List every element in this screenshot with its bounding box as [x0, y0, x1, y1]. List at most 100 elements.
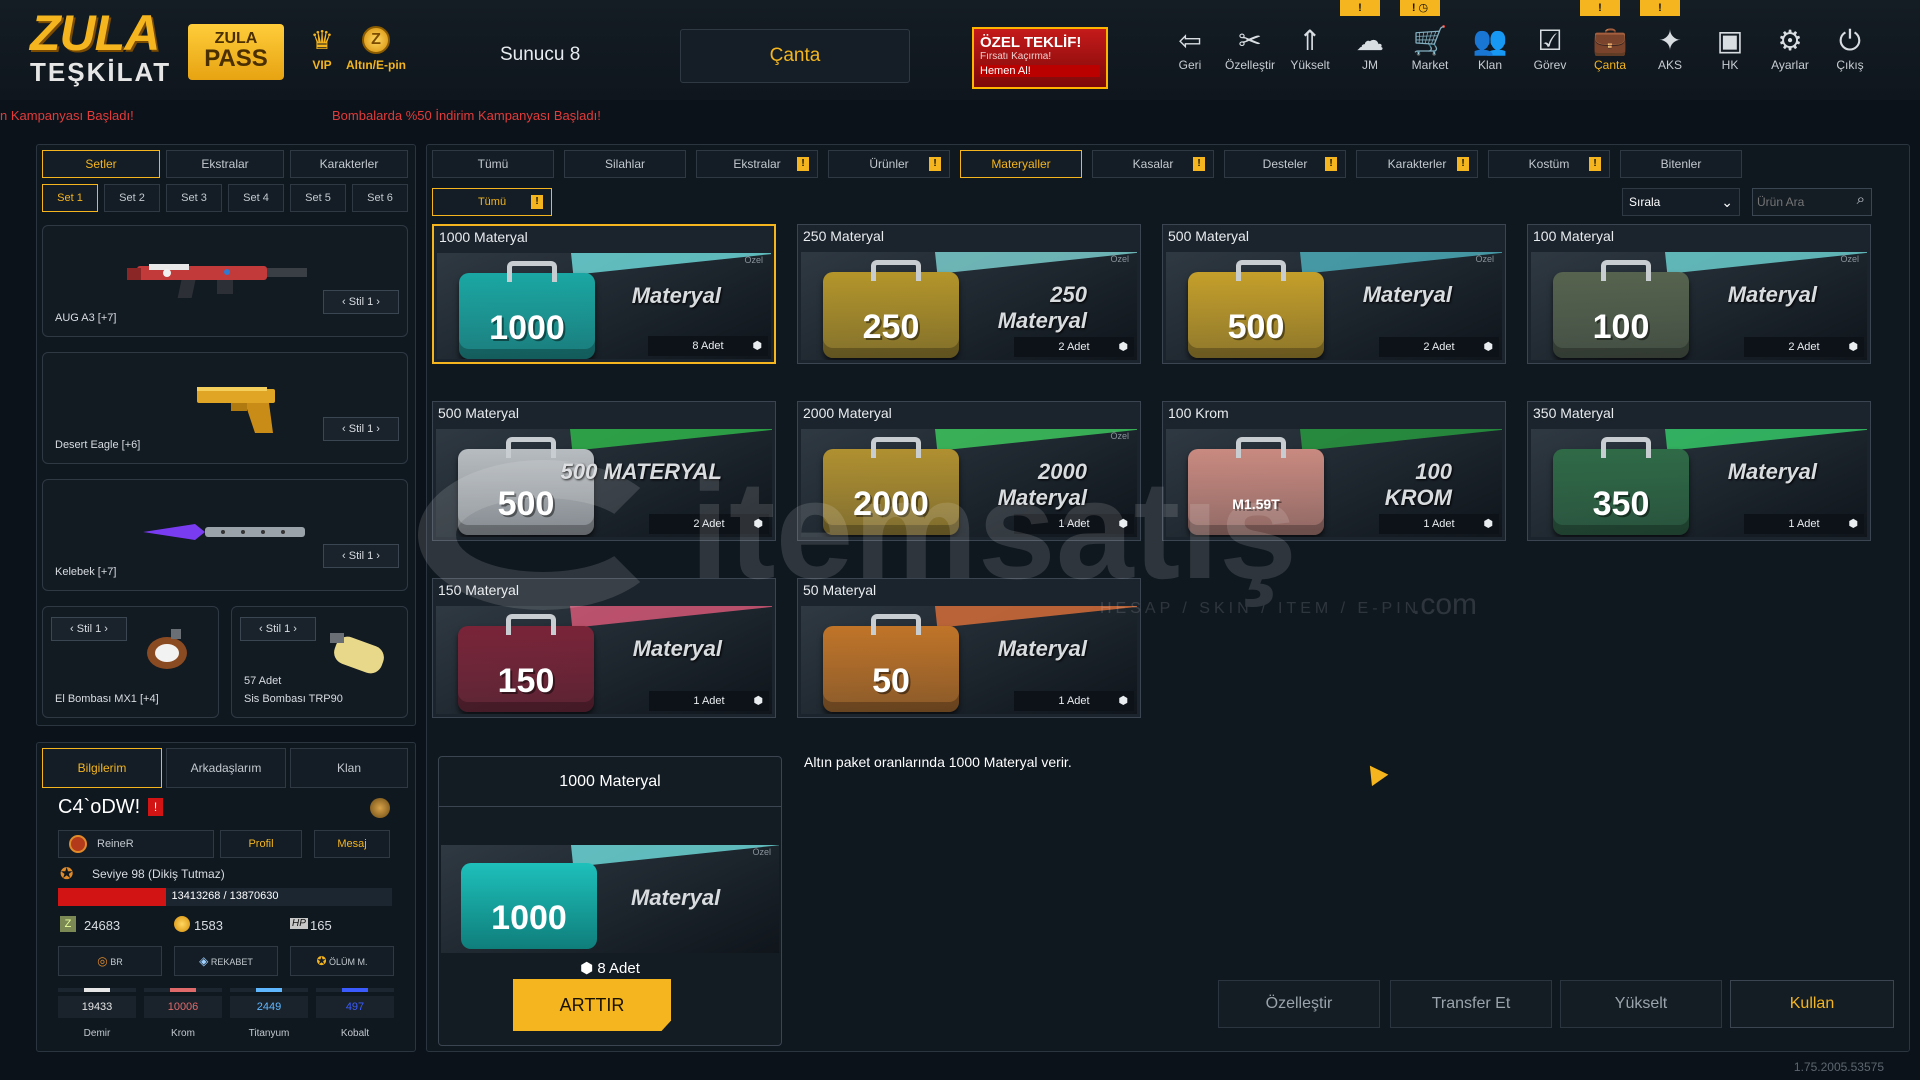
set-tab-5[interactable]: Set 5 — [290, 184, 346, 212]
profile-button[interactable]: Profil — [220, 830, 302, 858]
nav-icon-10: ⚙ — [1777, 25, 1803, 56]
inventory-item-card[interactable]: 350 Materyal 350 Materyal 1 Adet ⬢ — [1527, 401, 1871, 541]
category-tab-ürünler[interactable]: Ürünler! — [828, 150, 950, 178]
item-qty-text: 1 Adet — [1058, 695, 1090, 707]
zula-pass-button[interactable]: ZULA PASS — [188, 24, 284, 80]
nav-label: Yükselt — [1290, 58, 1330, 72]
tab-setler[interactable]: Setler — [42, 150, 160, 178]
inventory-item-card[interactable]: 500 Materyal 500 Materyal Özel 2 Adet ⬢ — [1162, 224, 1506, 364]
vip-button[interactable]: ♛ VIP — [302, 26, 342, 78]
tab-ekstralar[interactable]: Ekstralar — [166, 150, 284, 178]
case-label-line-2: Materyal — [997, 308, 1087, 333]
style-selector[interactable]: ‹ Stil 1 › — [323, 544, 399, 568]
inventory-item-card[interactable]: 100 Krom M1.59T 100 KROM 1 Adet ⬢ — [1162, 401, 1506, 541]
inventory-item-card[interactable]: 500 Materyal 500 500 MATERYAL 2 Adet ⬢ — [432, 401, 776, 541]
smoke-grenade-slot[interactable]: ‹ Stil 1 › 57 Adet Sis Bombası TRP90 — [231, 606, 408, 718]
primary-weapon-slot[interactable]: AUG A3 [+7] ‹ Stil 1 › — [42, 225, 408, 337]
category-tab-ekstralar[interactable]: Ekstralar! — [696, 150, 818, 178]
tab-bilgilerim[interactable]: Bilgilerim — [42, 748, 162, 788]
nav-çıkış[interactable]: ⏻ Çıkış — [1822, 24, 1878, 84]
increase-button[interactable]: ARTTIR — [513, 979, 671, 1031]
nav-ayarlar[interactable]: ⚙ Ayarlar — [1762, 24, 1818, 84]
category-tab-kasalar[interactable]: Kasalar! — [1092, 150, 1214, 178]
category-tab-bitenler[interactable]: Bitenler — [1620, 150, 1742, 178]
style-selector[interactable]: ‹ Stil 1 › — [323, 417, 399, 441]
message-button[interactable]: Mesaj — [314, 830, 390, 858]
upgrade-button[interactable]: Yükselt — [1560, 980, 1722, 1028]
style-selector[interactable]: ‹ Stil 1 › — [323, 290, 399, 314]
item-qty: 1 Adet ⬢ — [649, 691, 769, 711]
ozel-tag: Özel — [744, 255, 763, 265]
category-tab-materyaller[interactable]: Materyaller — [960, 150, 1082, 178]
set-tab-3[interactable]: Set 3 — [166, 184, 222, 212]
search-box[interactable]: ⌕ — [1752, 188, 1872, 216]
announcement-ticker: n Kampanyası Başladı! Bombalarda %50 İnd… — [0, 104, 1920, 128]
item-qty: 2 Adet ⬢ — [1744, 337, 1864, 357]
melee-weapon-slot[interactable]: Kelebek [+7] ‹ Stil 1 › — [42, 479, 408, 591]
secondary-weapon-slot[interactable]: Desert Eagle [+6] ‹ Stil 1 › — [42, 352, 408, 464]
logo-line-1: ZULA — [30, 5, 160, 61]
nav-geri[interactable]: ⇦ Geri — [1162, 24, 1218, 84]
item-qty-text: 1 Adet — [693, 695, 725, 707]
nav-hk[interactable]: ▣ HK — [1702, 24, 1758, 84]
nav-özelleştir[interactable]: ✂ Özelleştir — [1222, 24, 1278, 84]
material-value: 19433 — [58, 996, 136, 1018]
set-tab-4[interactable]: Set 4 — [228, 184, 284, 212]
category-tab-desteler[interactable]: Desteler! — [1224, 150, 1346, 178]
mode-rekabet-button[interactable]: ◈ REKABET — [174, 946, 278, 976]
mode-br-button[interactable]: ◎ BR — [58, 946, 162, 976]
tab-arkadaslarim[interactable]: Arkadaşlarım — [166, 748, 286, 788]
transfer-button[interactable]: Transfer Et — [1390, 980, 1552, 1028]
inventory-item-card[interactable]: 50 Materyal 50 Materyal 1 Adet ⬢ — [797, 578, 1141, 718]
category-tab-silahlar[interactable]: Silahlar — [564, 150, 686, 178]
vip-crown-icon: ♛ — [310, 25, 334, 55]
nav-jm[interactable]: ☁ JM — [1342, 24, 1398, 84]
nav-icon-5: 👥 — [1472, 25, 1508, 56]
material-case-icon: 2000 — [823, 437, 959, 535]
category-tab-tümü[interactable]: Tümü — [432, 150, 554, 178]
case-label-line-1: 100 — [1415, 459, 1452, 484]
style-selector[interactable]: ‹ Stil 1 › — [51, 617, 127, 641]
gold-epin-button[interactable]: Z Altın/E-pin — [340, 26, 412, 78]
nav-market[interactable]: 🛒 Market — [1402, 24, 1458, 84]
subfilter-all[interactable]: Tümü ! — [432, 188, 552, 216]
special-offer-banner[interactable]: ÖZEL TEKLİF! Fırsatı Kaçırma! Hemen Al! — [972, 27, 1108, 89]
vip-label: VIP — [312, 58, 332, 72]
category-tab-kostüm[interactable]: Kostüm! — [1488, 150, 1610, 178]
sort-dropdown[interactable]: Sırala ⌄ — [1622, 188, 1740, 216]
nav-icon-2: ⇑ — [1298, 25, 1322, 56]
customize-button[interactable]: Özelleştir — [1218, 980, 1380, 1028]
use-button[interactable]: Kullan — [1730, 980, 1894, 1028]
nav-aks[interactable]: ✦ AKS — [1642, 24, 1698, 84]
inventory-item-card[interactable]: 150 Materyal 150 Materyal 1 Adet ⬢ — [432, 578, 776, 718]
item-title: 350 Materyal — [1533, 405, 1614, 421]
inventory-item-card[interactable]: 250 Materyal 250 250 Materyal Özel 2 Adet ⬢ — [797, 224, 1141, 364]
nav-görev[interactable]: ☑ Görev — [1522, 24, 1578, 84]
tab-klan[interactable]: Klan — [290, 748, 408, 788]
inventory-item-card[interactable]: 2000 Materyal 2000 2000 Materyal Özel 1 Adet ⬢ — [797, 401, 1141, 541]
nav-klan[interactable]: 👥 Klan — [1462, 24, 1518, 84]
category-label: Karakterler — [1387, 157, 1447, 171]
nav-label: Ayarlar — [1771, 58, 1809, 72]
detail-item-image: 1000 Materyal Özel — [441, 845, 779, 953]
set-tab-1[interactable]: Set 1 — [42, 184, 98, 212]
inventory-item-card[interactable]: 1000 Materyal 1000 Materyal Özel 8 Adet ⬢ — [432, 224, 776, 364]
nav-icon-11: ⏻ — [1838, 25, 1862, 56]
search-input[interactable] — [1757, 193, 1849, 211]
clan-badge[interactable]: ReineR — [58, 830, 214, 858]
clan-logo-icon — [69, 835, 87, 853]
nav-yükselt[interactable]: ⇑ Yükselt — [1282, 24, 1338, 84]
style-selector[interactable]: ‹ Stil 1 › — [240, 617, 316, 641]
tab-karakterler[interactable]: Karakterler — [290, 150, 408, 178]
set-tab-2[interactable]: Set 2 — [104, 184, 160, 212]
active-screen-tab[interactable]: Çanta — [680, 29, 910, 83]
ozel-tag: Özel — [1110, 431, 1129, 441]
mode-olum-button[interactable]: ✪ ÖLÜM M. — [290, 946, 394, 976]
inventory-item-card[interactable]: 100 Materyal 100 Materyal Özel 2 Adet ⬢ — [1527, 224, 1871, 364]
set-tab-6[interactable]: Set 6 — [352, 184, 408, 212]
category-tab-karakterler[interactable]: Karakterler! — [1356, 150, 1478, 178]
grenade-slot[interactable]: ‹ Stil 1 › El Bombası MX1 [+4] — [42, 606, 219, 718]
nav-çanta[interactable]: 💼 Çanta — [1582, 24, 1638, 84]
gold-value: 1583 — [194, 918, 223, 933]
case-label-line-2: Materyal — [997, 636, 1087, 661]
